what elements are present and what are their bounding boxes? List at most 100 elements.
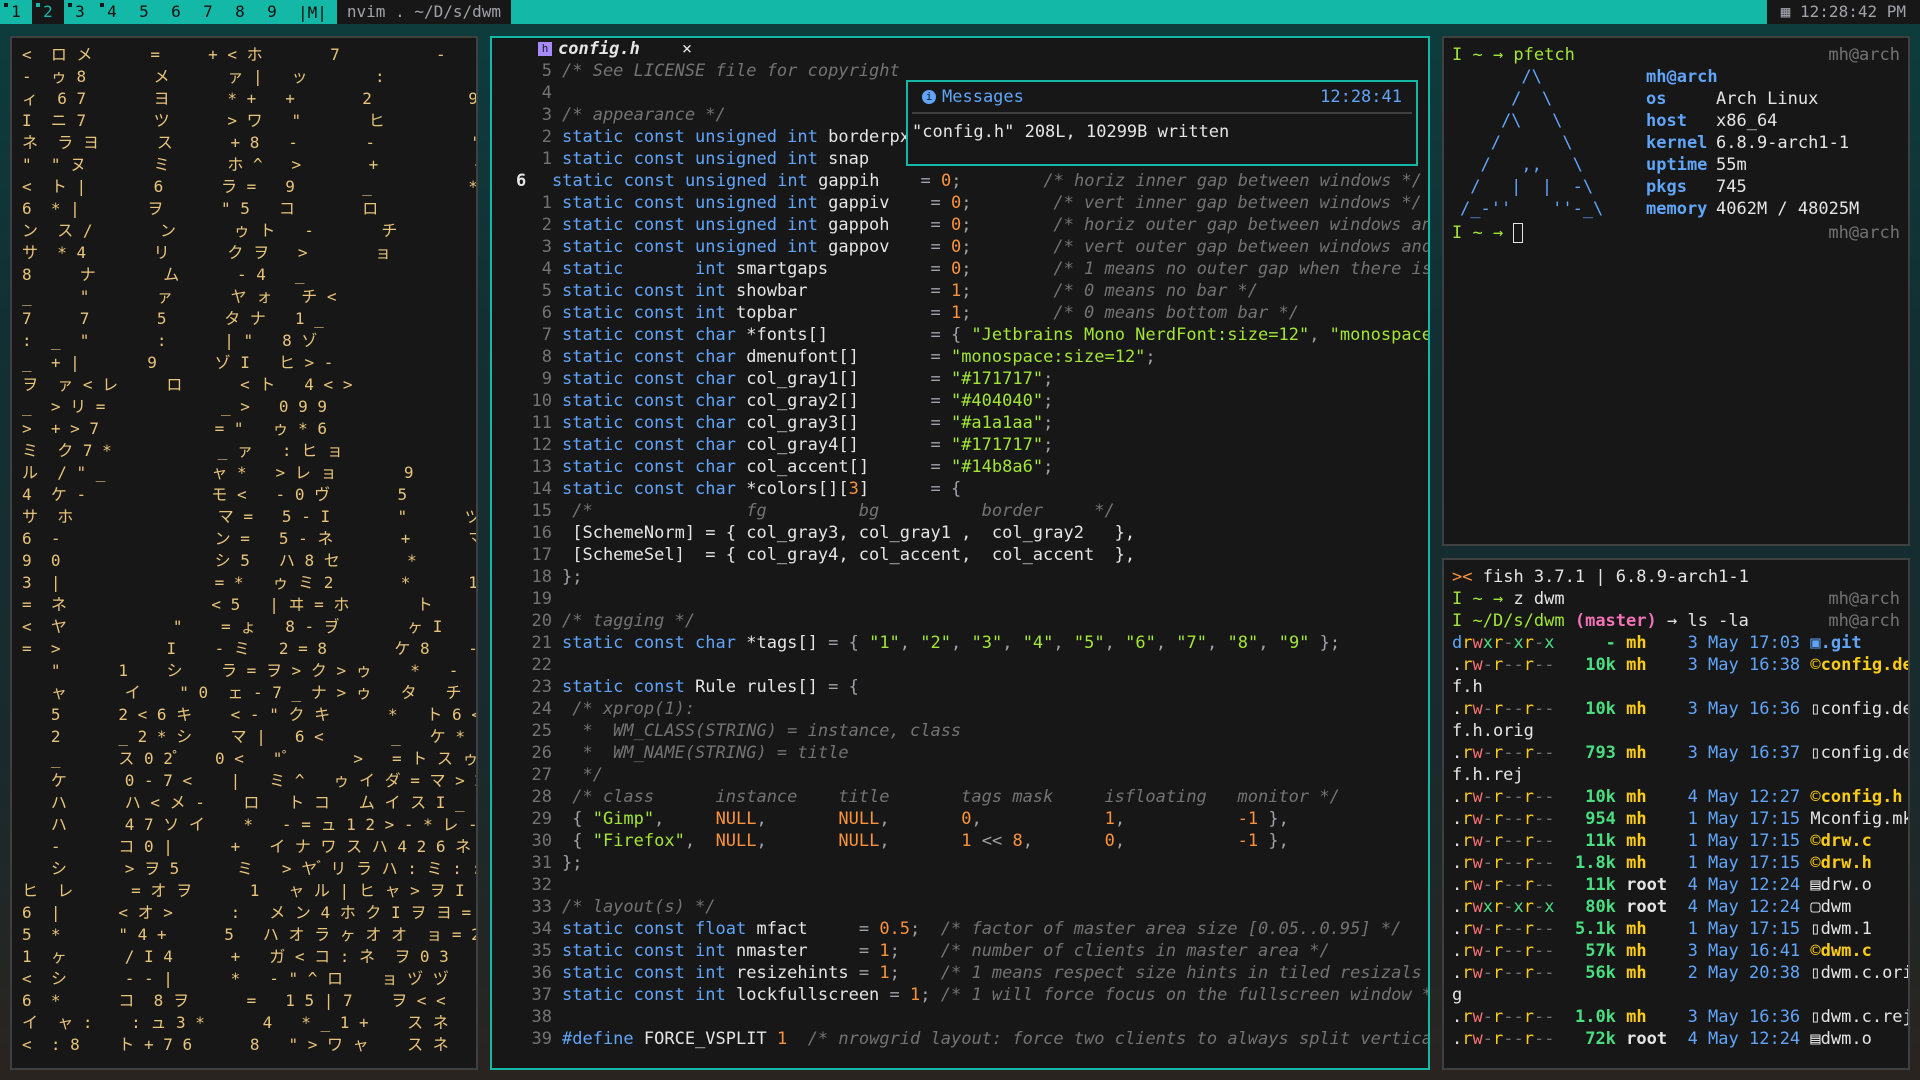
code-line[interactable]: 12 static const char col_gray4[] = "#1717… <box>492 434 1428 456</box>
line-number: 1 <box>541 193 552 213</box>
code-line[interactable]: 1 static const unsigned int gappiv = 0; /… <box>492 192 1428 214</box>
file-size: 56k <box>1554 963 1616 983</box>
line-number: 15 <box>531 501 552 521</box>
ls-row[interactable]: .rw-r--r-- 72k root 4 May 12:24 ▤dwm.o <box>1444 1028 1908 1050</box>
ls-row[interactable]: .rw-r--r-- 56k mh 2 May 20:38 ▯dwm.c.ori <box>1444 962 1908 984</box>
ls-row[interactable]: .rw-r--r-- 1.0k mh 3 May 16:36 ▯dwm.c.re… <box>1444 1006 1908 1028</box>
ls-row[interactable]: .rw-r--r-- 10k mh 3 May 16:36 ▯config.de <box>1444 698 1908 720</box>
code-line[interactable]: 2 static const unsigned int gappoh = 0; /… <box>492 214 1428 236</box>
code-line[interactable]: 28 /* class instance title tags mask isf… <box>492 786 1428 808</box>
code-line[interactable]: 6 static const unsigned int gappih = 0; /… <box>492 170 1428 192</box>
nvim-window[interactable]: h config.h × 5 /* See LICENSE file for copy… <box>490 36 1430 1070</box>
code-line[interactable]: 37 static const int lockfullscreen = 1; /… <box>492 984 1428 1006</box>
pfetch-terminal[interactable]: I ~ → pfetch mh@arch /\ / \ /\ \ / \ / ,,… <box>1442 36 1910 546</box>
close-icon[interactable]: × <box>682 39 692 59</box>
ls-row[interactable]: .rw-r--r-- 954 mh 1 May 17:15 Mconfig.mk <box>1444 808 1908 830</box>
tag-5[interactable]: 5 <box>128 0 160 24</box>
code-line[interactable]: 4 static int smartgaps = 0; /* 1 means no… <box>492 258 1428 280</box>
code-line[interactable]: 10 static const char col_gray2[] = "#4040… <box>492 390 1428 412</box>
messages-popup[interactable]: i Messages 12:28:41 "config.h" 208L, 102… <box>906 80 1418 166</box>
code-line[interactable]: 19 <box>492 588 1428 610</box>
code-line[interactable]: 25 * WM_CLASS(STRING) = instance, class <box>492 720 1428 742</box>
code-token: 1 <box>950 303 962 323</box>
code-line[interactable]: 24 /* xprop(1): <box>492 698 1428 720</box>
tag-1[interactable]: 1 <box>0 0 32 24</box>
code-editor[interactable]: 5/* See LICENSE file for copyright 4 3/* a… <box>492 60 1428 1050</box>
tag-4[interactable]: 4 <box>96 0 128 24</box>
code-line[interactable]: 22 <box>492 654 1428 676</box>
ls-row[interactable]: .rw-r--r-- 1.8k mh 1 May 17:15 ©drw.h <box>1444 852 1908 874</box>
ls-row[interactable]: f.h.orig <box>1444 720 1908 742</box>
tag-8[interactable]: 8 <box>224 0 256 24</box>
code-line[interactable]: 6 static const int topbar = 1; /* 0 means… <box>492 302 1428 324</box>
ls-row[interactable]: .rw-r--r-- 57k mh 3 May 16:41 ©dwm.c <box>1444 940 1908 962</box>
ls-row[interactable]: .rwxr-xr-x 80k root 4 May 12:24 ▢dwm <box>1444 896 1908 918</box>
code-line[interactable]: 18}; <box>492 566 1428 588</box>
perm-char: r <box>1523 809 1534 829</box>
code-line[interactable]: 3 static const unsigned int gappov = 0; /… <box>492 236 1428 258</box>
code-line[interactable]: 17 [SchemeSel] = { col_gray4, col_accent… <box>492 544 1428 566</box>
code-line[interactable]: 34 static const float mfact = 0.5; /* fac… <box>492 918 1428 940</box>
code-line[interactable]: 26 * WM_NAME(STRING) = title <box>492 742 1428 764</box>
code-line[interactable]: 33 /* layout(s) */ <box>492 896 1428 918</box>
right-prompt-3: mh@arch <box>1828 589 1900 609</box>
code-line[interactable]: 20 /* tagging */ <box>492 610 1428 632</box>
perm-char: x <box>1513 633 1524 653</box>
code-token: NULL <box>838 809 880 829</box>
ls-row[interactable]: g <box>1444 984 1908 1006</box>
ls-row[interactable]: .rw-r--r-- 11k root 4 May 12:24 ▤drw.o <box>1444 874 1908 896</box>
code-line[interactable]: 14 static const char *colors[][3] = { <box>492 478 1428 500</box>
code-line[interactable]: 5 /* See LICENSE file for copyright <box>492 60 1428 82</box>
tag-3[interactable]: 3 <box>64 0 96 24</box>
code-line[interactable]: 21 static const char *tags[] = { "1", "2"… <box>492 632 1428 654</box>
ls-row[interactable]: .rw-r--r-- 11k mh 1 May 17:15 ©drw.c <box>1444 830 1908 852</box>
perm-char: w <box>1472 963 1483 983</box>
code-line[interactable]: 5 static const int showbar = 1; /* 0 mean… <box>492 280 1428 302</box>
code-token: /* horiz inner gap between windows */ <box>1043 171 1423 191</box>
ls-row[interactable]: .rw-r--r-- 793 mh 3 May 16:37 ▯config.de <box>1444 742 1908 764</box>
layout-indicator[interactable]: |M| <box>288 3 337 22</box>
code-line[interactable]: 36 static const int resizehints = 1; /* 1… <box>492 962 1428 984</box>
ls-row[interactable]: f.h <box>1444 676 1908 698</box>
ls-row[interactable]: f.h.rej <box>1444 764 1908 786</box>
matrix-terminal[interactable]: < ロ メ = + < ホ 7 - - ゥ 8 メ ァ | ッ : | ィ 6 7 … <box>10 36 478 1070</box>
code-line[interactable]: 39 #define FORCE_VSPLIT 1 /* nrowgrid lay… <box>492 1028 1428 1050</box>
ls-row[interactable]: .rw-r--r-- 10k mh 3 May 16:38 ©config.de <box>1444 654 1908 676</box>
logo-line: /\ <box>1460 67 1542 87</box>
perm-char: r <box>1523 875 1534 895</box>
ls-row[interactable]: .rw-r--r-- 10k mh 4 May 12:27 ©config.h <box>1444 786 1908 808</box>
code-token: /* horiz outer gap between windows and <box>1053 215 1430 235</box>
tag-6[interactable]: 6 <box>160 0 192 24</box>
code-line[interactable]: 16 [SchemeNorm] = { col_gray3, col_gray1… <box>492 522 1428 544</box>
code-line[interactable]: 29 { "Gimp", NULL, NULL, 0, 1, -1 }, <box>492 808 1428 830</box>
tag-2[interactable]: 2 <box>32 0 64 24</box>
matrix-line: 5 * " 4 + 5 ハ オ ラ ヶ オ オ ョ = 2 <box>22 925 478 944</box>
fish-terminal[interactable]: >< fish 3.7.1 | 6.8.9-arch1-1 I ~ → z dw… <box>1442 558 1910 1070</box>
file-size: 72k <box>1554 1029 1616 1049</box>
code-line[interactable]: 11 static const char col_gray3[] = "#a1a1… <box>492 412 1428 434</box>
code-line[interactable]: 9 static const char col_gray1[] = "#17171… <box>492 368 1428 390</box>
tag-9[interactable]: 9 <box>256 0 288 24</box>
code-line[interactable]: 27 */ <box>492 764 1428 786</box>
code-line[interactable]: 7 static const char *fonts[] = { "Jetbrai… <box>492 324 1428 346</box>
code-line[interactable]: 23 static const Rule rules[] = { <box>492 676 1428 698</box>
code-line[interactable]: 30 { "Firefox", NULL, NULL, 1 << 8, 0, -… <box>492 830 1428 852</box>
pfetch-output: /\ / \ /\ \ / \ / ,, \ / | | -\/_-'' ''-… <box>1444 66 1908 220</box>
line-number: 2 <box>541 127 552 147</box>
code-line[interactable]: 38 <box>492 1006 1428 1028</box>
code-text: [SchemeNorm] = { col_gray3, col_gray1 , … <box>562 522 1428 544</box>
ls-row[interactable]: drwxr-xr-x - mh 3 May 17:03 ▣.git <box>1444 632 1908 654</box>
tab-filename[interactable]: config.h <box>558 39 640 59</box>
ls-row[interactable]: .rw-r--r-- 5.1k mh 1 May 17:15 ▯dwm.1 <box>1444 918 1908 940</box>
code-line[interactable]: 15 /* fg bg border */ <box>492 500 1428 522</box>
code-line[interactable]: 35 static const int nmaster = 1; /* numbe… <box>492 940 1428 962</box>
code-line[interactable]: 8 static const char dmenufont[] = "monosp… <box>492 346 1428 368</box>
code-line[interactable]: 13 static const char col_accent[] = "#14b… <box>492 456 1428 478</box>
tag-7[interactable]: 7 <box>192 0 224 24</box>
code-line[interactable]: 32 <box>492 874 1428 896</box>
line-number: 7 <box>541 325 552 345</box>
code-line[interactable]: 31}; <box>492 852 1428 874</box>
prompt-line-2[interactable]: I ~ → mh@arch <box>1444 222 1908 244</box>
code-token: "4" <box>1022 633 1054 653</box>
buffer-tab[interactable]: h config.h × <box>492 38 1428 60</box>
